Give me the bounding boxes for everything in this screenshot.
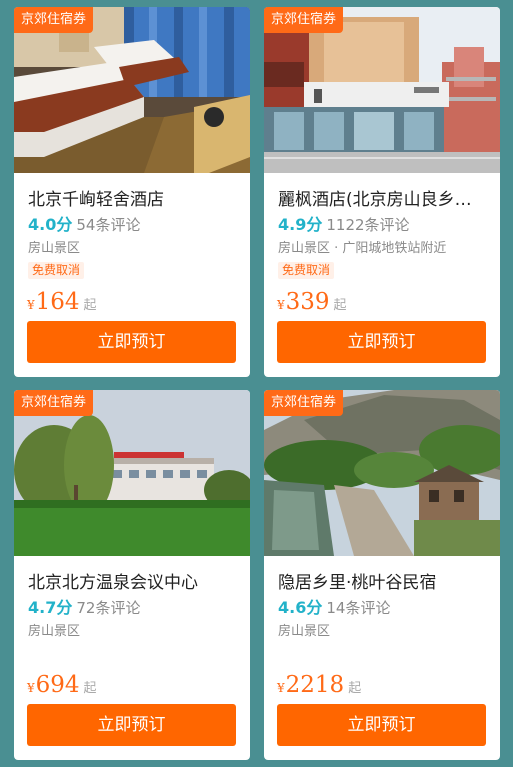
rating-row: 4.7分 72条评论 bbox=[28, 598, 140, 618]
hotel-name[interactable]: 隐居乡里·桃叶谷民宿 bbox=[278, 572, 488, 594]
hotel-photo[interactable]: 京郊住宿券 bbox=[14, 7, 250, 173]
price-suffix: 起 bbox=[83, 298, 97, 313]
price: ¥164 起 bbox=[27, 289, 97, 319]
coupon-tag: 京郊住宿券 bbox=[264, 7, 344, 33]
book-now-button[interactable]: 立即预订 bbox=[277, 321, 486, 363]
coupon-tag: 京郊住宿券 bbox=[14, 7, 94, 33]
hotel-name[interactable]: 北京千峋轻舍酒店 bbox=[28, 189, 238, 211]
review-count: 14条评论 bbox=[326, 599, 391, 617]
hotel-photo[interactable]: 京郊住宿券 bbox=[264, 390, 500, 556]
price: ¥339 起 bbox=[277, 289, 347, 319]
hotel-name[interactable]: 北京北方温泉会议中心 bbox=[28, 572, 238, 594]
hotel-photo[interactable]: 京郊住宿券 bbox=[14, 390, 250, 556]
book-now-button[interactable]: 立即预订 bbox=[277, 704, 486, 746]
currency-symbol: ¥ bbox=[277, 298, 285, 312]
price-value: 339 bbox=[285, 289, 330, 315]
rating-row: 4.0分 54条评论 bbox=[28, 215, 140, 235]
rating-score: 4.0分 bbox=[28, 215, 73, 234]
location-text: 房山景区 bbox=[28, 624, 81, 639]
hotel-card[interactable]: 京郊住宿券 北京北方温泉会议中心 4.7分 72条评论 房山景区 ¥694 起 立即… bbox=[14, 390, 250, 760]
review-count: 54条评论 bbox=[76, 216, 141, 234]
hotel-card[interactable]: 京郊住宿券 隐居乡里·桃叶谷民宿 4.6分 14条评论 房山景区 ¥2218 起 立… bbox=[264, 390, 500, 760]
price-value: 2218 bbox=[285, 672, 345, 698]
currency-symbol: ¥ bbox=[27, 298, 35, 312]
currency-symbol: ¥ bbox=[277, 681, 285, 695]
hotel-card[interactable]: 京郊住宿券 麗枫酒店(北京房山良乡大学城店) 4.9分1122条评论 房山景区 … bbox=[264, 7, 500, 377]
price: ¥2218 起 bbox=[277, 672, 361, 702]
price-value: 164 bbox=[35, 289, 80, 315]
review-count: 1122条评论 bbox=[326, 216, 410, 234]
location-text: 房山景区 bbox=[278, 624, 331, 639]
rating-row: 4.6分 14条评论 bbox=[278, 598, 390, 618]
hotel-photo[interactable]: 京郊住宿券 bbox=[264, 7, 500, 173]
price-suffix: 起 bbox=[83, 681, 97, 696]
free-cancel-badge: 免费取消 bbox=[278, 262, 335, 279]
location-text: 房山景区 bbox=[28, 241, 81, 256]
hotel-name[interactable]: 麗枫酒店(北京房山良乡大学城店) bbox=[278, 189, 488, 211]
book-now-button[interactable]: 立即预订 bbox=[27, 704, 236, 746]
price-value: 694 bbox=[35, 672, 80, 698]
location-text: 房山景区 · 广阳城地铁站附近 bbox=[278, 241, 447, 256]
rating-score: 4.7分 bbox=[28, 598, 73, 617]
price-suffix: 起 bbox=[333, 298, 347, 313]
rating-score: 4.9分 bbox=[278, 215, 323, 234]
currency-symbol: ¥ bbox=[27, 681, 35, 695]
book-now-button[interactable]: 立即预订 bbox=[27, 321, 236, 363]
coupon-tag: 京郊住宿券 bbox=[14, 390, 94, 416]
price: ¥694 起 bbox=[27, 672, 97, 702]
rating-row: 4.9分 1122条评论 bbox=[278, 215, 410, 235]
coupon-tag: 京郊住宿券 bbox=[264, 390, 344, 416]
price-suffix: 起 bbox=[348, 681, 362, 696]
hotel-card[interactable]: 京郊住宿券 北京千峋轻舍酒店 4.0分 54条评论 房山景区 免费取消 ¥164 起… bbox=[14, 7, 250, 377]
review-count: 72条评论 bbox=[76, 599, 141, 617]
rating-score: 4.6分 bbox=[278, 598, 323, 617]
free-cancel-badge: 免费取消 bbox=[28, 262, 85, 279]
